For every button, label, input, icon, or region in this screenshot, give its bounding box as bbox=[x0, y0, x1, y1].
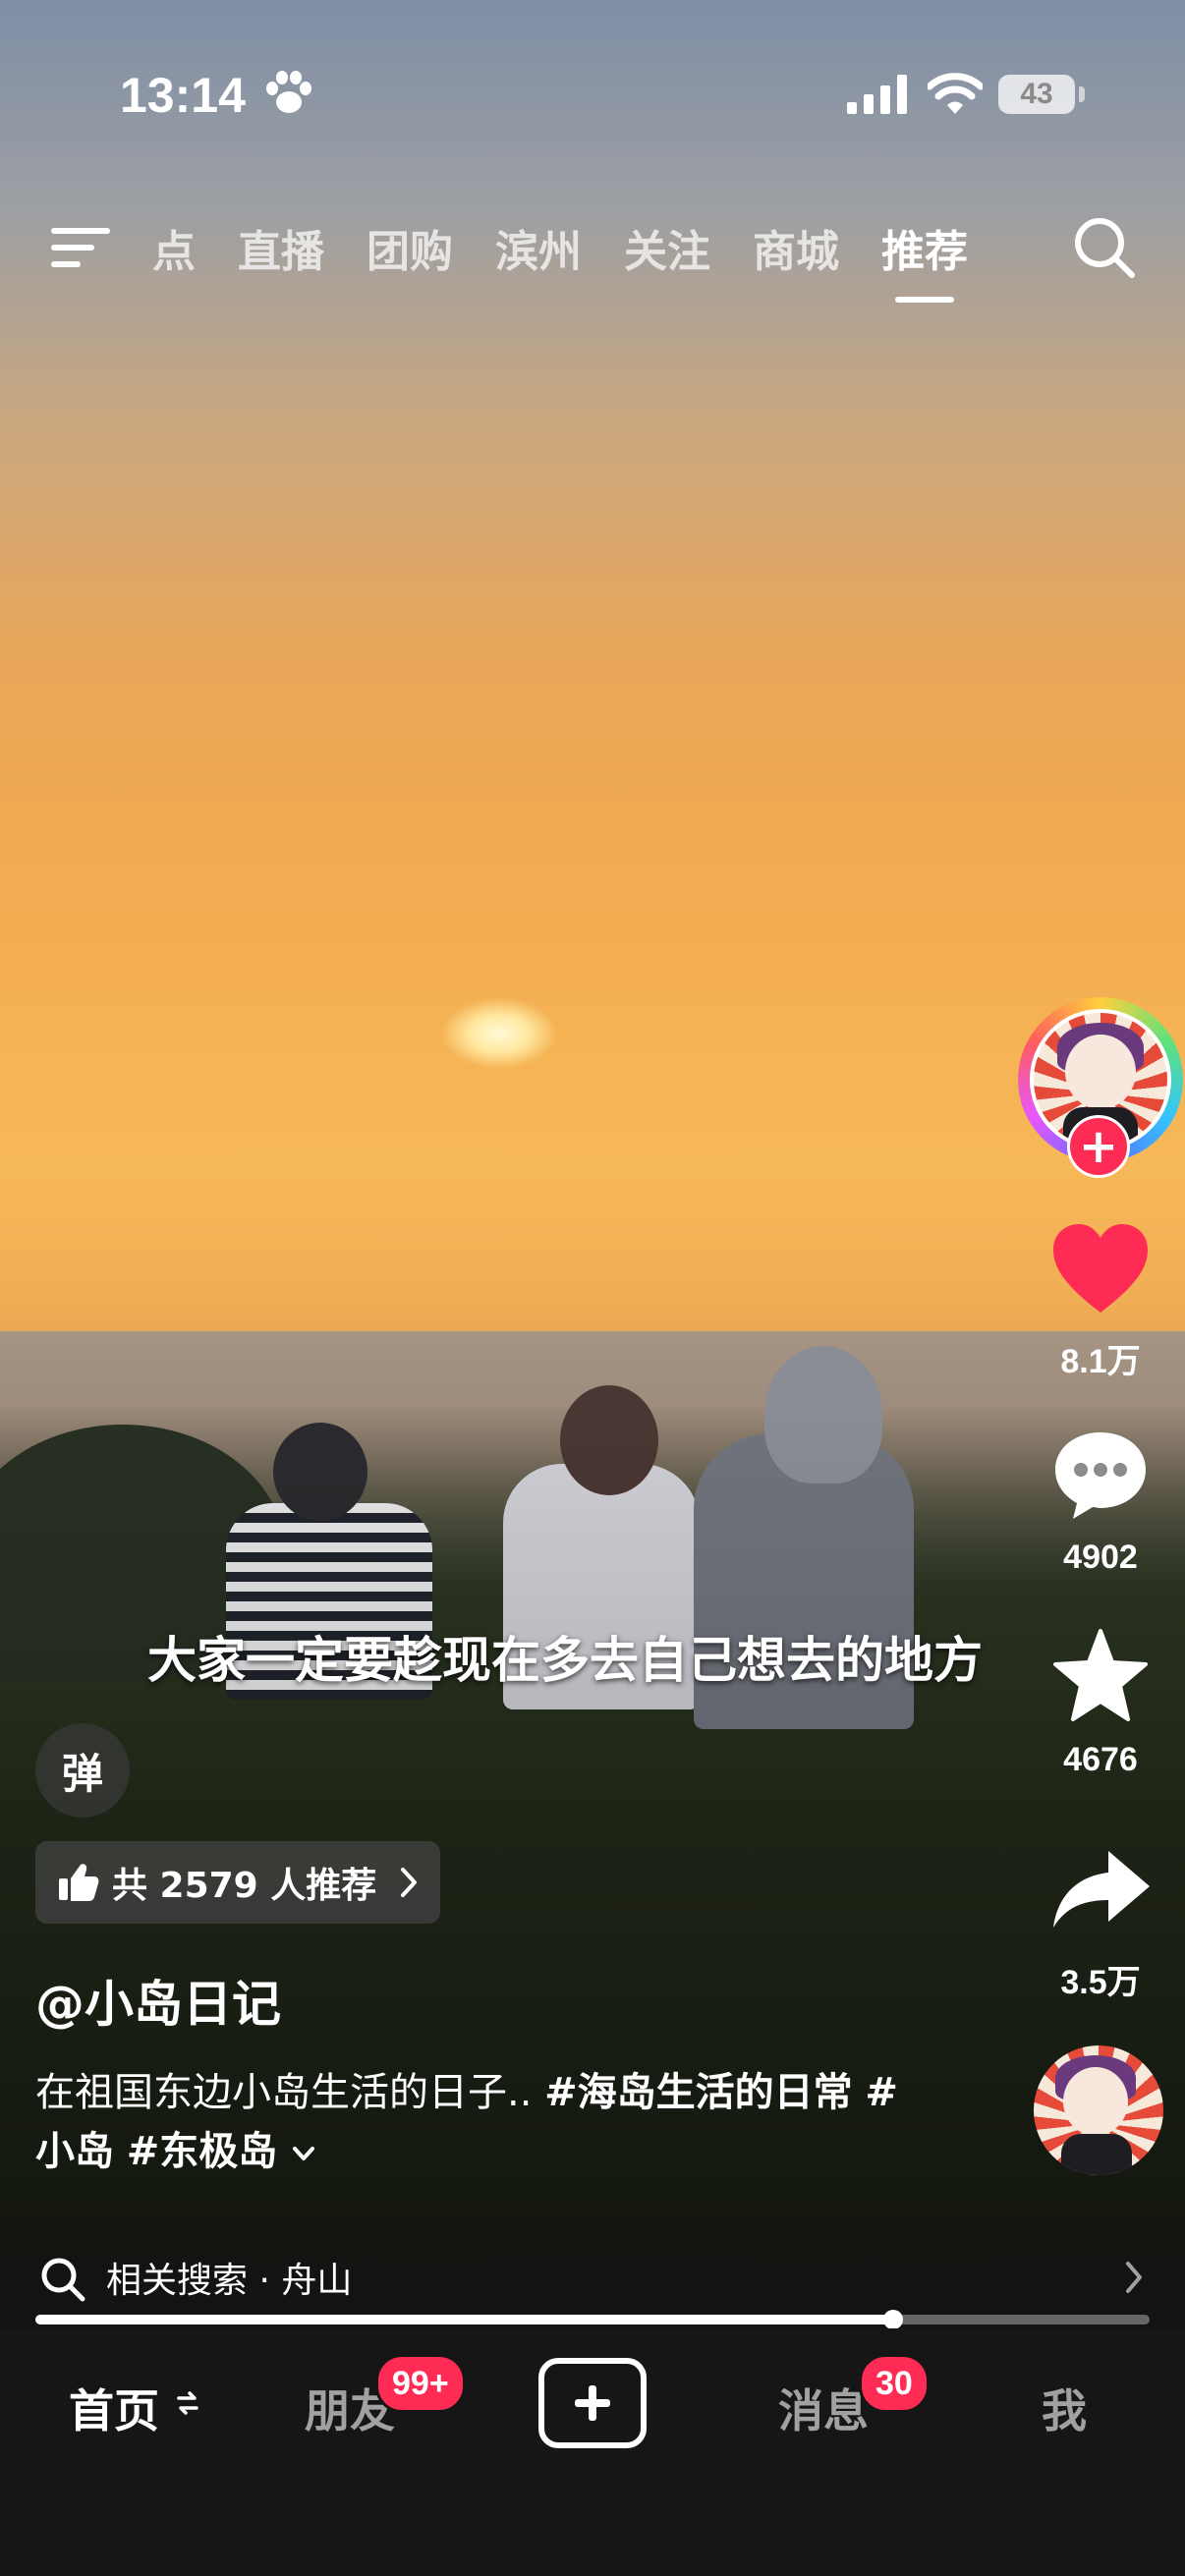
top-tabs: 点 直播 团购 滨州 关注 商城 推荐 bbox=[152, 216, 1010, 303]
messages-badge: 30 bbox=[859, 2354, 930, 2413]
status-time: 13:14 bbox=[120, 68, 246, 123]
like-heart-icon[interactable] bbox=[1047, 1220, 1154, 1318]
tab-dian[interactable]: 点 bbox=[152, 216, 196, 279]
create-button[interactable] bbox=[538, 2358, 647, 2448]
follow-button[interactable]: + bbox=[1067, 1115, 1130, 1178]
share-arrow-icon[interactable] bbox=[1047, 1843, 1154, 1941]
thumbs-up-icon bbox=[59, 1864, 99, 1901]
related-search-label: 相关搜索 · 舟山 bbox=[106, 2261, 353, 2301]
recommend-count: 共 2579 人推荐 bbox=[112, 1866, 377, 1906]
sun bbox=[440, 997, 558, 1070]
tab-following[interactable]: 关注 bbox=[624, 216, 710, 279]
chevron-right-icon bbox=[401, 1868, 417, 1897]
search-icon[interactable] bbox=[1071, 214, 1138, 281]
expand-chevron-icon[interactable] bbox=[290, 2140, 317, 2167]
like-count: 8.1万 bbox=[1060, 1343, 1141, 1380]
tab-mall[interactable]: 商城 bbox=[753, 216, 839, 279]
battery-icon: 43 bbox=[998, 75, 1075, 114]
friends-badge: 99+ bbox=[375, 2354, 466, 2413]
author-name[interactable]: @小岛日记 bbox=[35, 1965, 281, 2036]
tab-binzhou[interactable]: 滨州 bbox=[495, 216, 582, 279]
nav-messages[interactable]: 消息 bbox=[778, 2376, 869, 2440]
swap-arrows-icon[interactable] bbox=[175, 2387, 200, 2419]
music-disc[interactable] bbox=[1034, 2045, 1163, 2175]
chevron-right-icon bbox=[1126, 2262, 1142, 2293]
tab-recommend[interactable]: 推荐 bbox=[881, 216, 968, 303]
video-description[interactable]: 在祖国东边小岛生活的日子.. #海岛生活的日常 #小岛 #东极岛 bbox=[35, 2063, 900, 2181]
danmu-label: 弹 bbox=[61, 1749, 103, 1798]
tab-group-buy[interactable]: 团购 bbox=[367, 216, 453, 279]
description-text: 在祖国东边小岛生活的日子.. bbox=[35, 2070, 545, 2115]
tab-live[interactable]: 直播 bbox=[238, 216, 324, 279]
cellular-signal-icon bbox=[847, 75, 907, 114]
favorite-count: 4676 bbox=[1063, 1741, 1138, 1778]
wifi-icon bbox=[928, 73, 983, 114]
video-progress-bar[interactable] bbox=[35, 2310, 1150, 2329]
search-icon bbox=[41, 2258, 85, 2302]
nav-home[interactable]: 首页 bbox=[69, 2376, 159, 2440]
paw-icon bbox=[266, 71, 311, 113]
video-progress-fill bbox=[35, 2315, 894, 2324]
hashtag[interactable]: #海岛生活的日常 bbox=[544, 2070, 853, 2115]
recommend-pill[interactable]: 共 2579 人推荐 bbox=[35, 1841, 440, 1924]
share-count: 3.5万 bbox=[1060, 1964, 1141, 2001]
nav-me[interactable]: 我 bbox=[1042, 2376, 1087, 2440]
hashtag[interactable]: #东极岛 bbox=[127, 2129, 278, 2174]
menu-icon[interactable] bbox=[51, 224, 112, 271]
comment-count: 4902 bbox=[1063, 1539, 1138, 1576]
comment-icon[interactable] bbox=[1047, 1425, 1154, 1523]
danmu-toggle-button[interactable]: 弹 bbox=[35, 1723, 130, 1818]
video-subtitle: 大家一定要趁现在多去自己想去的地方 bbox=[147, 1632, 983, 1689]
plus-icon bbox=[575, 2385, 610, 2421]
